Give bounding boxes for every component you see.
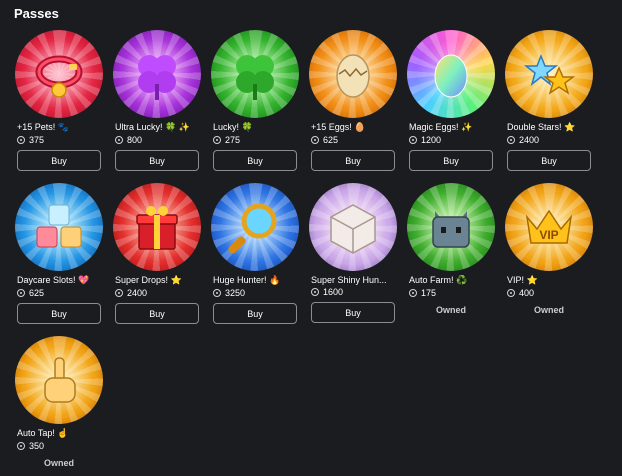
- pass-image-double-stars[interactable]: [505, 30, 593, 118]
- buy-button[interactable]: Buy: [213, 150, 297, 171]
- pass-card-huge-hunter[interactable]: Huge Hunter! 🔥 3250 Buy: [211, 183, 299, 324]
- coin-icon: [17, 136, 25, 144]
- coin-icon: [213, 136, 221, 144]
- coin-icon: [507, 136, 515, 144]
- collar-icon: [35, 55, 83, 98]
- pass-name: Double Stars! ⭐: [507, 122, 576, 132]
- pass-card-auto-farm[interactable]: Auto Farm! ♻️ 175 Owned: [407, 183, 495, 315]
- coin-icon: [115, 136, 123, 144]
- pass-card-super-shiny-hunter[interactable]: Super Shiny Hun... 1600 Buy: [309, 183, 397, 323]
- vip-crown-icon: VIP: [525, 209, 573, 244]
- clover-icon: [236, 55, 274, 100]
- pass-price: 275: [213, 135, 297, 145]
- coin-icon: [507, 289, 515, 297]
- pass-image-huge-hunter[interactable]: [211, 183, 299, 271]
- pass-image-lucky[interactable]: [211, 30, 299, 118]
- pass-card-super-drops[interactable]: Super Drops! ⭐ 2400 Buy: [113, 183, 201, 324]
- pass-image-auto-farm[interactable]: [407, 183, 495, 271]
- buy-button[interactable]: Buy: [507, 150, 591, 171]
- buy-button[interactable]: Buy: [115, 150, 199, 171]
- pass-card-15-eggs[interactable]: +15 Eggs! 🥚 625 Buy: [309, 30, 397, 171]
- pass-price: 375: [17, 135, 101, 145]
- purple-clover-icon: [138, 55, 176, 100]
- coin-icon: [409, 136, 417, 144]
- pass-card-ultra-lucky[interactable]: Ultra Lucky! 🍀 ✨ 800 Buy: [113, 30, 201, 171]
- double-stars-icon: [523, 53, 576, 95]
- pass-price: 2400: [507, 135, 591, 145]
- pass-name: Lucky! 🍀: [213, 122, 253, 132]
- pass-price: 2400: [115, 288, 199, 298]
- pass-image-auto-tap[interactable]: [15, 336, 103, 424]
- pass-card-15-pets[interactable]: +15 Pets! 🐾 375 Buy: [15, 30, 103, 171]
- pass-image-vip[interactable]: VIP: [505, 183, 593, 271]
- pass-name: +15 Eggs! 🥚: [311, 122, 366, 132]
- coin-icon: [17, 442, 25, 450]
- buy-button[interactable]: Buy: [311, 150, 395, 171]
- pass-card-magic-eggs[interactable]: Magic Eggs! ✨ 1200 Buy: [407, 30, 495, 171]
- pass-name: Super Drops! ⭐: [115, 275, 182, 285]
- pass-card-vip[interactable]: VIP VIP! ⭐ 400 Owned: [505, 183, 593, 315]
- coin-icon: [311, 288, 319, 296]
- coin-icon: [115, 289, 123, 297]
- pass-image-15-eggs[interactable]: [309, 30, 397, 118]
- pass-name: VIP! ⭐: [507, 275, 538, 285]
- cat-pet-icon: [432, 211, 470, 248]
- pass-price: 625: [311, 135, 395, 145]
- owned-label: Owned: [43, 458, 74, 468]
- pass-name: Magic Eggs! ✨: [409, 122, 473, 132]
- pass-name: Daycare Slots! 💖: [17, 275, 90, 285]
- magic-egg-icon: [434, 54, 468, 98]
- pass-price: 800: [115, 135, 199, 145]
- gift-box-icon: [136, 206, 178, 250]
- cracked-egg-icon: [336, 54, 370, 98]
- pass-name: Super Shiny Hun...: [311, 275, 387, 285]
- pass-price: 1600: [311, 287, 395, 297]
- tap-hand-icon: [44, 357, 76, 403]
- coin-icon: [311, 136, 319, 144]
- magnifying-glass-icon: [228, 203, 277, 254]
- pass-card-double-stars[interactable]: Double Stars! ⭐ 2400 Buy: [505, 30, 593, 171]
- coin-icon: [17, 289, 25, 297]
- buy-button[interactable]: Buy: [311, 302, 395, 323]
- pass-image-15-pets[interactable]: [15, 30, 103, 118]
- coin-icon: [409, 289, 417, 297]
- pass-name: Auto Farm! ♻️: [409, 275, 468, 285]
- pass-image-daycare-slots[interactable]: [15, 183, 103, 271]
- pass-price: 3250: [213, 288, 297, 298]
- pass-price: 350: [17, 441, 101, 451]
- pass-image-magic-eggs[interactable]: [407, 30, 495, 118]
- buy-button[interactable]: Buy: [409, 150, 493, 171]
- svg-text:VIP: VIP: [539, 228, 558, 242]
- buy-button[interactable]: Buy: [17, 303, 101, 324]
- pass-card-auto-tap[interactable]: Auto Tap! ☝️ 350 Owned: [15, 336, 103, 468]
- pass-image-super-drops[interactable]: [113, 183, 201, 271]
- pass-price: 625: [17, 288, 101, 298]
- buy-button[interactable]: Buy: [17, 150, 101, 171]
- pass-name: Huge Hunter! 🔥: [213, 275, 281, 285]
- coin-icon: [213, 289, 221, 297]
- buy-button[interactable]: Buy: [115, 303, 199, 324]
- pass-price: 175: [409, 288, 493, 298]
- pass-name: +15 Pets! 🐾: [17, 122, 69, 132]
- daycare-blocks-icon: [36, 204, 82, 248]
- pass-image-super-shiny-hunter[interactable]: [309, 183, 397, 271]
- pass-name: Ultra Lucky! 🍀 ✨: [115, 122, 190, 132]
- owned-label: Owned: [435, 305, 466, 315]
- section-title: Passes: [14, 6, 59, 21]
- shiny-dice-icon: [330, 204, 376, 254]
- pass-price: 400: [507, 288, 591, 298]
- pass-image-ultra-lucky[interactable]: [113, 30, 201, 118]
- buy-button[interactable]: Buy: [213, 303, 297, 324]
- pass-name: Auto Tap! ☝️: [17, 428, 69, 438]
- pass-card-daycare-slots[interactable]: Daycare Slots! 💖 625 Buy: [15, 183, 103, 324]
- pass-price: 1200: [409, 135, 493, 145]
- owned-label: Owned: [533, 305, 564, 315]
- pass-card-lucky[interactable]: Lucky! 🍀 275 Buy: [211, 30, 299, 171]
